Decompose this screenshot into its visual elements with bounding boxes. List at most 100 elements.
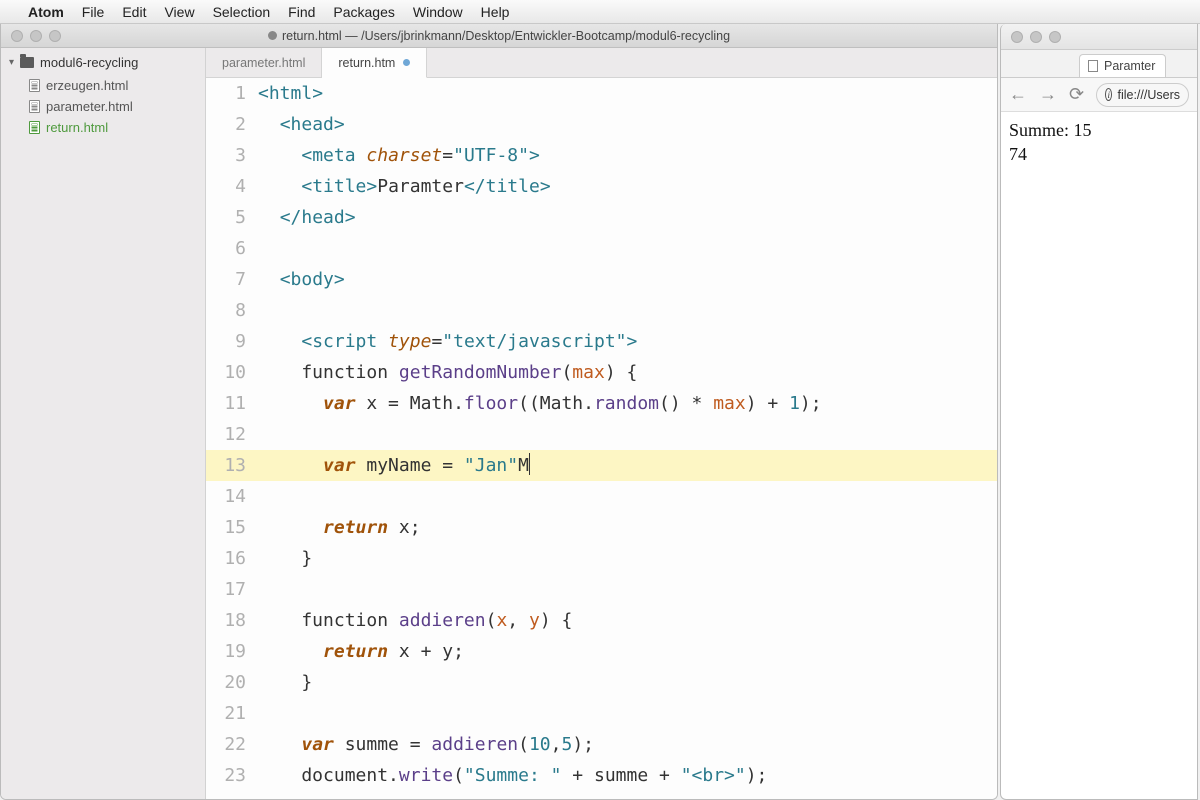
window-title-text: return.html — /Users/jbrinkmann/Desktop/… bbox=[282, 29, 730, 43]
file-icon bbox=[29, 79, 40, 92]
line-source: var summe = addieren(10,5); bbox=[258, 729, 594, 760]
minimize-icon[interactable] bbox=[30, 30, 42, 42]
editor-window: return.html — /Users/jbrinkmann/Desktop/… bbox=[0, 24, 998, 800]
back-icon[interactable]: ← bbox=[1009, 84, 1027, 105]
menu-view[interactable]: View bbox=[164, 4, 194, 20]
line-number: 23 bbox=[206, 760, 258, 791]
modified-dot-icon bbox=[268, 31, 277, 40]
line-source: return x; bbox=[258, 512, 421, 543]
forward-icon[interactable]: → bbox=[1039, 84, 1057, 105]
menu-window[interactable]: Window bbox=[413, 4, 463, 20]
line-number: 9 bbox=[206, 326, 258, 357]
line-source: <body> bbox=[258, 264, 345, 295]
tab-label: return.htm bbox=[338, 56, 395, 70]
code-line[interactable]: 22 var summe = addieren(10,5); bbox=[206, 729, 997, 760]
modified-icon bbox=[403, 59, 410, 66]
output-line: 74 bbox=[1009, 142, 1189, 166]
url-bar[interactable]: i file:///Users bbox=[1096, 83, 1189, 107]
menu-help[interactable]: Help bbox=[481, 4, 510, 20]
chevron-down-icon: ▾ bbox=[9, 57, 14, 68]
tab-bar: parameter.html return.htm bbox=[206, 48, 997, 78]
code-line[interactable]: 16 } bbox=[206, 543, 997, 574]
folder-icon bbox=[20, 57, 34, 68]
editor-tab[interactable]: parameter.html bbox=[206, 48, 322, 77]
line-source: return x + y; bbox=[258, 636, 464, 667]
zoom-icon[interactable] bbox=[1049, 31, 1061, 43]
browser-tab[interactable]: Paramter bbox=[1079, 54, 1166, 77]
document-icon bbox=[1088, 60, 1098, 72]
line-number: 2 bbox=[206, 109, 258, 140]
menu-file[interactable]: File bbox=[82, 4, 105, 20]
code-line[interactable]: 15 return x; bbox=[206, 512, 997, 543]
line-number: 22 bbox=[206, 729, 258, 760]
code-line[interactable]: 2 <head> bbox=[206, 109, 997, 140]
browser-titlebar[interactable] bbox=[1001, 24, 1197, 50]
line-number: 13 bbox=[206, 450, 258, 481]
browser-tab-row: Paramter bbox=[1001, 50, 1197, 78]
file-name: return.html bbox=[46, 120, 108, 135]
code-line[interactable]: 3 <meta charset="UTF-8"> bbox=[206, 140, 997, 171]
file-tree-item[interactable]: return.html bbox=[23, 117, 205, 138]
editor-tab[interactable]: return.htm bbox=[322, 48, 427, 78]
line-source: <script type="text/javascript"> bbox=[258, 326, 637, 357]
code-line[interactable]: 13 var myName = "Jan"M bbox=[206, 450, 997, 481]
line-number: 11 bbox=[206, 388, 258, 419]
line-number: 4 bbox=[206, 171, 258, 202]
line-source: <head> bbox=[258, 109, 345, 140]
line-number: 6 bbox=[206, 233, 258, 264]
menu-packages[interactable]: Packages bbox=[333, 4, 394, 20]
file-icon bbox=[29, 121, 40, 134]
menu-app[interactable]: Atom bbox=[28, 4, 64, 20]
line-source: <html> bbox=[258, 78, 323, 109]
zoom-icon[interactable] bbox=[49, 30, 61, 42]
line-number: 5 bbox=[206, 202, 258, 233]
line-number: 19 bbox=[206, 636, 258, 667]
window-title: return.html — /Users/jbrinkmann/Desktop/… bbox=[1, 29, 997, 43]
code-line[interactable]: 9 <script type="text/javascript"> bbox=[206, 326, 997, 357]
code-line[interactable]: 17 bbox=[206, 574, 997, 605]
menu-find[interactable]: Find bbox=[288, 4, 315, 20]
line-number: 17 bbox=[206, 574, 258, 605]
code-line[interactable]: 19 return x + y; bbox=[206, 636, 997, 667]
project-name: modul6-recycling bbox=[40, 55, 138, 70]
code-line[interactable]: 5 </head> bbox=[206, 202, 997, 233]
minimize-icon[interactable] bbox=[1030, 31, 1042, 43]
code-line[interactable]: 14 bbox=[206, 481, 997, 512]
line-source: <title>Paramter</title> bbox=[258, 171, 551, 202]
code-line[interactable]: 20 } bbox=[206, 667, 997, 698]
menu-edit[interactable]: Edit bbox=[122, 4, 146, 20]
window-controls bbox=[1, 30, 61, 42]
file-tree-item[interactable]: erzeugen.html bbox=[23, 75, 205, 96]
code-line[interactable]: 4 <title>Paramter</title> bbox=[206, 171, 997, 202]
code-line[interactable]: 12 bbox=[206, 419, 997, 450]
code-line[interactable]: 10 function getRandomNumber(max) { bbox=[206, 357, 997, 388]
code-line[interactable]: 23 document.write("Summe: " + summe + "<… bbox=[206, 760, 997, 791]
code-line[interactable]: 18 function addieren(x, y) { bbox=[206, 605, 997, 636]
line-source: } bbox=[258, 667, 312, 698]
file-tree-sidebar[interactable]: ▾ modul6-recycling erzeugen.htmlparamete… bbox=[1, 48, 206, 799]
code-line[interactable]: 21 bbox=[206, 698, 997, 729]
titlebar[interactable]: return.html — /Users/jbrinkmann/Desktop/… bbox=[1, 24, 997, 48]
file-tree-item[interactable]: parameter.html bbox=[23, 96, 205, 117]
code-line[interactable]: 8 bbox=[206, 295, 997, 326]
code-area[interactable]: 1<html>2 <head>3 <meta charset="UTF-8">4… bbox=[206, 78, 997, 799]
line-source: var x = Math.floor((Math.random() * max)… bbox=[258, 388, 822, 419]
browser-toolbar: ← → ⟳ i file:///Users bbox=[1001, 78, 1197, 112]
code-line[interactable]: 6 bbox=[206, 233, 997, 264]
close-icon[interactable] bbox=[1011, 31, 1023, 43]
line-number: 1 bbox=[206, 78, 258, 109]
project-root[interactable]: ▾ modul6-recycling bbox=[1, 48, 205, 75]
file-icon bbox=[29, 100, 40, 113]
line-source: </head> bbox=[258, 202, 356, 233]
code-line[interactable]: 11 var x = Math.floor((Math.random() * m… bbox=[206, 388, 997, 419]
menu-selection[interactable]: Selection bbox=[213, 4, 271, 20]
line-source: <meta charset="UTF-8"> bbox=[258, 140, 540, 171]
line-number: 7 bbox=[206, 264, 258, 295]
reload-icon[interactable]: ⟳ bbox=[1069, 84, 1084, 105]
code-line[interactable]: 1<html> bbox=[206, 78, 997, 109]
code-line[interactable]: 7 <body> bbox=[206, 264, 997, 295]
close-icon[interactable] bbox=[11, 30, 23, 42]
browser-tab-title: Paramter bbox=[1104, 59, 1155, 73]
url-text: file:///Users bbox=[1117, 88, 1180, 102]
line-number: 16 bbox=[206, 543, 258, 574]
